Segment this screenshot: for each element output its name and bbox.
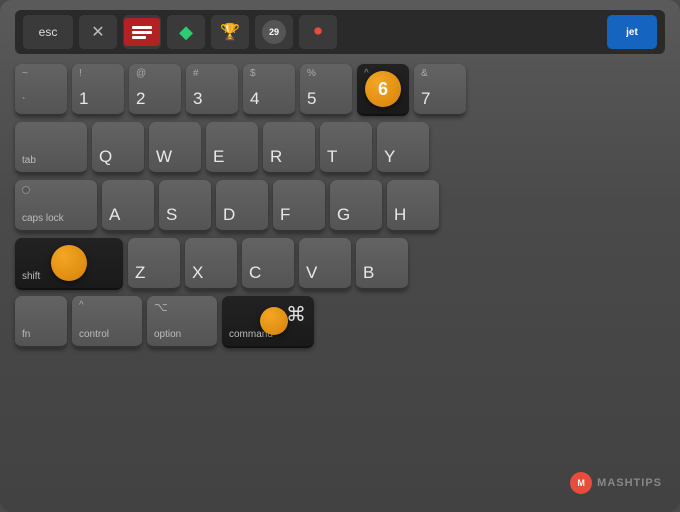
key-S[interactable]: S: [159, 180, 211, 232]
key-1[interactable]: ! 1: [72, 64, 124, 116]
key-tab[interactable]: tab: [15, 122, 87, 174]
keyboard-rows: ~ ` ! 1 @ 2 # 3 $ 4 % 5: [15, 64, 665, 348]
row-qwerty: tab Q W E R T Y: [15, 122, 665, 174]
key-4[interactable]: $ 4: [243, 64, 295, 116]
caps-led: [22, 186, 30, 194]
key-command[interactable]: ⌘ command: [222, 296, 314, 348]
key-B[interactable]: B: [356, 238, 408, 290]
cmd-symbol: ⌘: [286, 302, 306, 327]
key-H[interactable]: H: [387, 180, 439, 232]
row-shift: shift Z X C V B: [15, 238, 665, 290]
key-W[interactable]: W: [149, 122, 201, 174]
key-5[interactable]: % 5: [300, 64, 352, 116]
row-numbers: ~ ` ! 1 @ 2 # 3 $ 4 % 5: [15, 64, 665, 116]
key-6[interactable]: ^ 6: [357, 64, 409, 116]
record-icon: ⏺: [314, 23, 322, 41]
row-asdf: caps lock A S D F G H: [15, 180, 665, 232]
key-fn[interactable]: fn: [15, 296, 67, 348]
key-F[interactable]: F: [273, 180, 325, 232]
key-V[interactable]: V: [299, 238, 351, 290]
tb-app-cup[interactable]: 🏆: [211, 15, 249, 49]
key-G[interactable]: G: [330, 180, 382, 232]
key-2[interactable]: @ 2: [129, 64, 181, 116]
row-modifiers: fn ^ control ⌥ option ⌘ command: [15, 296, 665, 348]
key-3[interactable]: # 3: [186, 64, 238, 116]
orange-dot-command: [260, 307, 288, 335]
key-7[interactable]: & 7: [414, 64, 466, 116]
close-icon: ✕: [91, 22, 104, 42]
orange-dot-6: 6: [365, 71, 401, 107]
key-Q[interactable]: Q: [92, 122, 144, 174]
key-shift-left[interactable]: shift: [15, 238, 123, 290]
key-C[interactable]: C: [242, 238, 294, 290]
key-E[interactable]: E: [206, 122, 258, 174]
orange-dot-shift: [51, 245, 87, 281]
key-T[interactable]: T: [320, 122, 372, 174]
number-icon: 29: [262, 20, 286, 44]
key-D[interactable]: D: [216, 180, 268, 232]
watermark-logo: M: [570, 472, 592, 494]
key-Z[interactable]: Z: [128, 238, 180, 290]
touch-bar: esc ✕ ◆ 🏆 29: [15, 10, 665, 54]
key-option[interactable]: ⌥ option: [147, 296, 217, 348]
keyboard-container: esc ✕ ◆ 🏆 29: [0, 0, 680, 512]
tb-app-rec[interactable]: ⏺: [299, 15, 337, 49]
leaf-icon: ◆: [179, 22, 193, 43]
key-Y[interactable]: Y: [377, 122, 429, 174]
tb-esc-key[interactable]: esc: [23, 15, 73, 49]
ned-icon: [124, 18, 160, 46]
key-caps[interactable]: caps lock: [15, 180, 97, 232]
key-X[interactable]: X: [185, 238, 237, 290]
watermark-text: MASHTIPS: [597, 477, 662, 489]
tb-app-green[interactable]: ◆: [167, 15, 205, 49]
watermark: M MASHTIPS: [570, 472, 662, 494]
key-tilde[interactable]: ~ `: [15, 64, 67, 116]
tb-jetbrains[interactable]: jet: [607, 15, 657, 49]
key-A[interactable]: A: [102, 180, 154, 232]
tb-app-29[interactable]: 29: [255, 15, 293, 49]
tb-app-close[interactable]: ✕: [79, 15, 117, 49]
tb-app-ned[interactable]: [123, 15, 161, 49]
cup-icon: 🏆: [220, 22, 240, 42]
key-R[interactable]: R: [263, 122, 315, 174]
key-ctrl[interactable]: ^ control: [72, 296, 142, 348]
